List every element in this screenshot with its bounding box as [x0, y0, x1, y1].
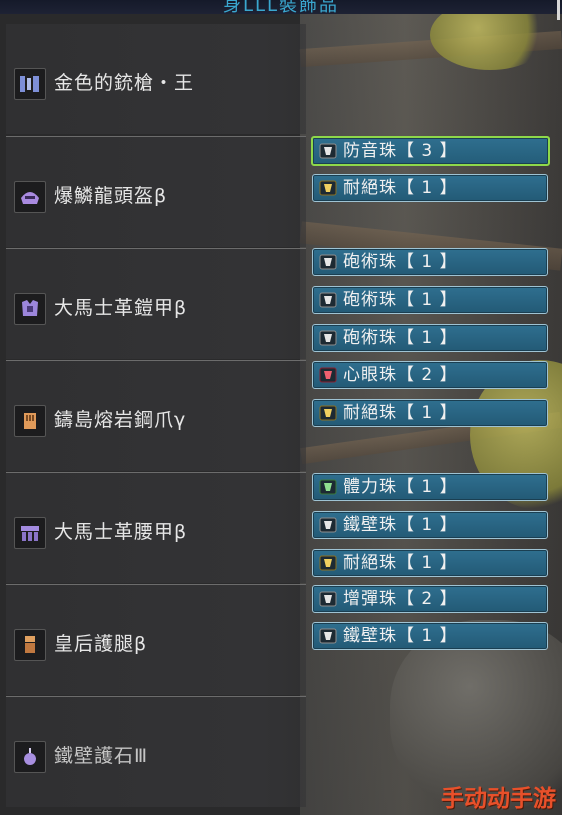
corner-bracket — [535, 0, 560, 20]
silver-gem-icon — [319, 291, 337, 309]
chest-armor-icon-glyph — [22, 300, 38, 316]
gunlance-icon — [14, 68, 46, 100]
silver-gem-icon — [319, 253, 337, 271]
charm-icon — [14, 741, 46, 773]
gauntlet-icon-glyph — [24, 413, 36, 429]
silver-gem-icon — [319, 590, 337, 608]
silver-gem-icon — [319, 516, 337, 534]
decoration-slot[interactable]: 耐絕珠【 1 】 — [312, 174, 548, 202]
equipment-row-head[interactable]: 爆鱗龍頭盔β — [6, 136, 306, 247]
decoration-name: 砲術珠【 1 】 — [343, 290, 458, 310]
decoration-name: 耐絕珠【 1 】 — [343, 403, 458, 423]
decoration-name: 砲術珠【 1 】 — [343, 328, 458, 348]
charm-icon-glyph — [24, 748, 36, 765]
equipment-name: 鐵壁護石Ⅲ — [54, 745, 149, 767]
decoration-slot[interactable]: 砲術珠【 1 】 — [312, 324, 548, 352]
waist-armor-icon-glyph — [21, 526, 39, 541]
chest-armor-icon — [14, 293, 46, 325]
decoration-slot[interactable]: 砲術珠【 1 】 — [312, 286, 548, 314]
decoration-name: 心眼珠【 2 】 — [343, 365, 458, 385]
gold-gem-icon — [319, 179, 337, 197]
decoration-slot[interactable]: 砲術珠【 1 】 — [312, 248, 548, 276]
decoration-slot[interactable]: 體力珠【 1 】 — [312, 473, 548, 501]
gold-gem-icon — [319, 554, 337, 572]
decoration-slot[interactable]: 耐絕珠【 1 】 — [312, 549, 548, 577]
equipment-row-chest[interactable]: 大馬士革鎧甲β — [6, 248, 306, 359]
silver-gem-icon — [319, 329, 337, 347]
decoration-name: 體力珠【 1 】 — [343, 477, 458, 497]
decoration-name: 鐵壁珠【 1 】 — [343, 515, 458, 535]
decoration-name: 耐絕珠【 1 】 — [343, 553, 458, 573]
decoration-name: 鐵壁珠【 1 】 — [343, 626, 458, 646]
equipment-list: 金色的銃槍・王 爆鱗龍頭盔β 大馬士革鎧甲β 鑄島熔岩鋼爪γ 大馬士革腰甲β 皇后護腿β 鐵… — [0, 14, 306, 815]
decoration-slot[interactable]: 增彈珠【 2 】 — [312, 585, 548, 613]
green-gem-icon — [319, 478, 337, 496]
decoration-slot[interactable]: 心眼珠【 2 】 — [312, 361, 548, 389]
equipment-row-charm[interactable]: 鐵壁護石Ⅲ — [6, 696, 306, 807]
decoration-slot[interactable]: 防音珠【 3 】 — [311, 136, 550, 166]
equipment-row-waist[interactable]: 大馬士革腰甲β — [6, 472, 306, 583]
red-gem-icon — [319, 366, 337, 384]
watermark: 手动动手游 — [441, 786, 556, 812]
equipment-row-weapon[interactable]: 金色的銃槍・王 — [6, 24, 306, 134]
decoration-slot[interactable]: 耐絕珠【 1 】 — [312, 399, 548, 427]
silver-gem-icon — [319, 142, 337, 160]
silver-gem-icon — [319, 627, 337, 645]
gunlance-icon-glyph — [20, 76, 39, 92]
leg-armor-icon-glyph — [25, 636, 35, 653]
decoration-slot[interactable]: 鐵壁珠【 1 】 — [312, 622, 548, 650]
gauntlet-icon — [14, 405, 46, 437]
decoration-name: 防音珠【 3 】 — [343, 141, 458, 161]
decoration-name: 砲術珠【 1 】 — [343, 252, 458, 272]
equipment-row-arms[interactable]: 鑄島熔岩鋼爪γ — [6, 360, 306, 471]
gold-gem-icon — [319, 404, 337, 422]
helm-icon — [14, 181, 46, 213]
equipment-name: 金色的銃槍・王 — [54, 72, 195, 94]
waist-armor-icon — [14, 517, 46, 549]
equipment-name: 皇后護腿β — [54, 633, 148, 655]
decoration-name: 增彈珠【 2 】 — [343, 589, 458, 609]
leg-armor-icon — [14, 629, 46, 661]
equipment-name: 大馬士革腰甲β — [54, 521, 188, 543]
decoration-slot[interactable]: 鐵壁珠【 1 】 — [312, 511, 548, 539]
title-bar: 身LLL裝飾品 — [0, 0, 562, 16]
equipment-row-legs[interactable]: 皇后護腿β — [6, 584, 306, 695]
helm-icon-glyph — [21, 192, 39, 204]
decoration-name: 耐絕珠【 1 】 — [343, 178, 458, 198]
equipment-name: 鑄島熔岩鋼爪γ — [54, 409, 187, 431]
equipment-name: 爆鱗龍頭盔β — [54, 185, 168, 207]
equipment-name: 大馬士革鎧甲β — [54, 297, 188, 319]
